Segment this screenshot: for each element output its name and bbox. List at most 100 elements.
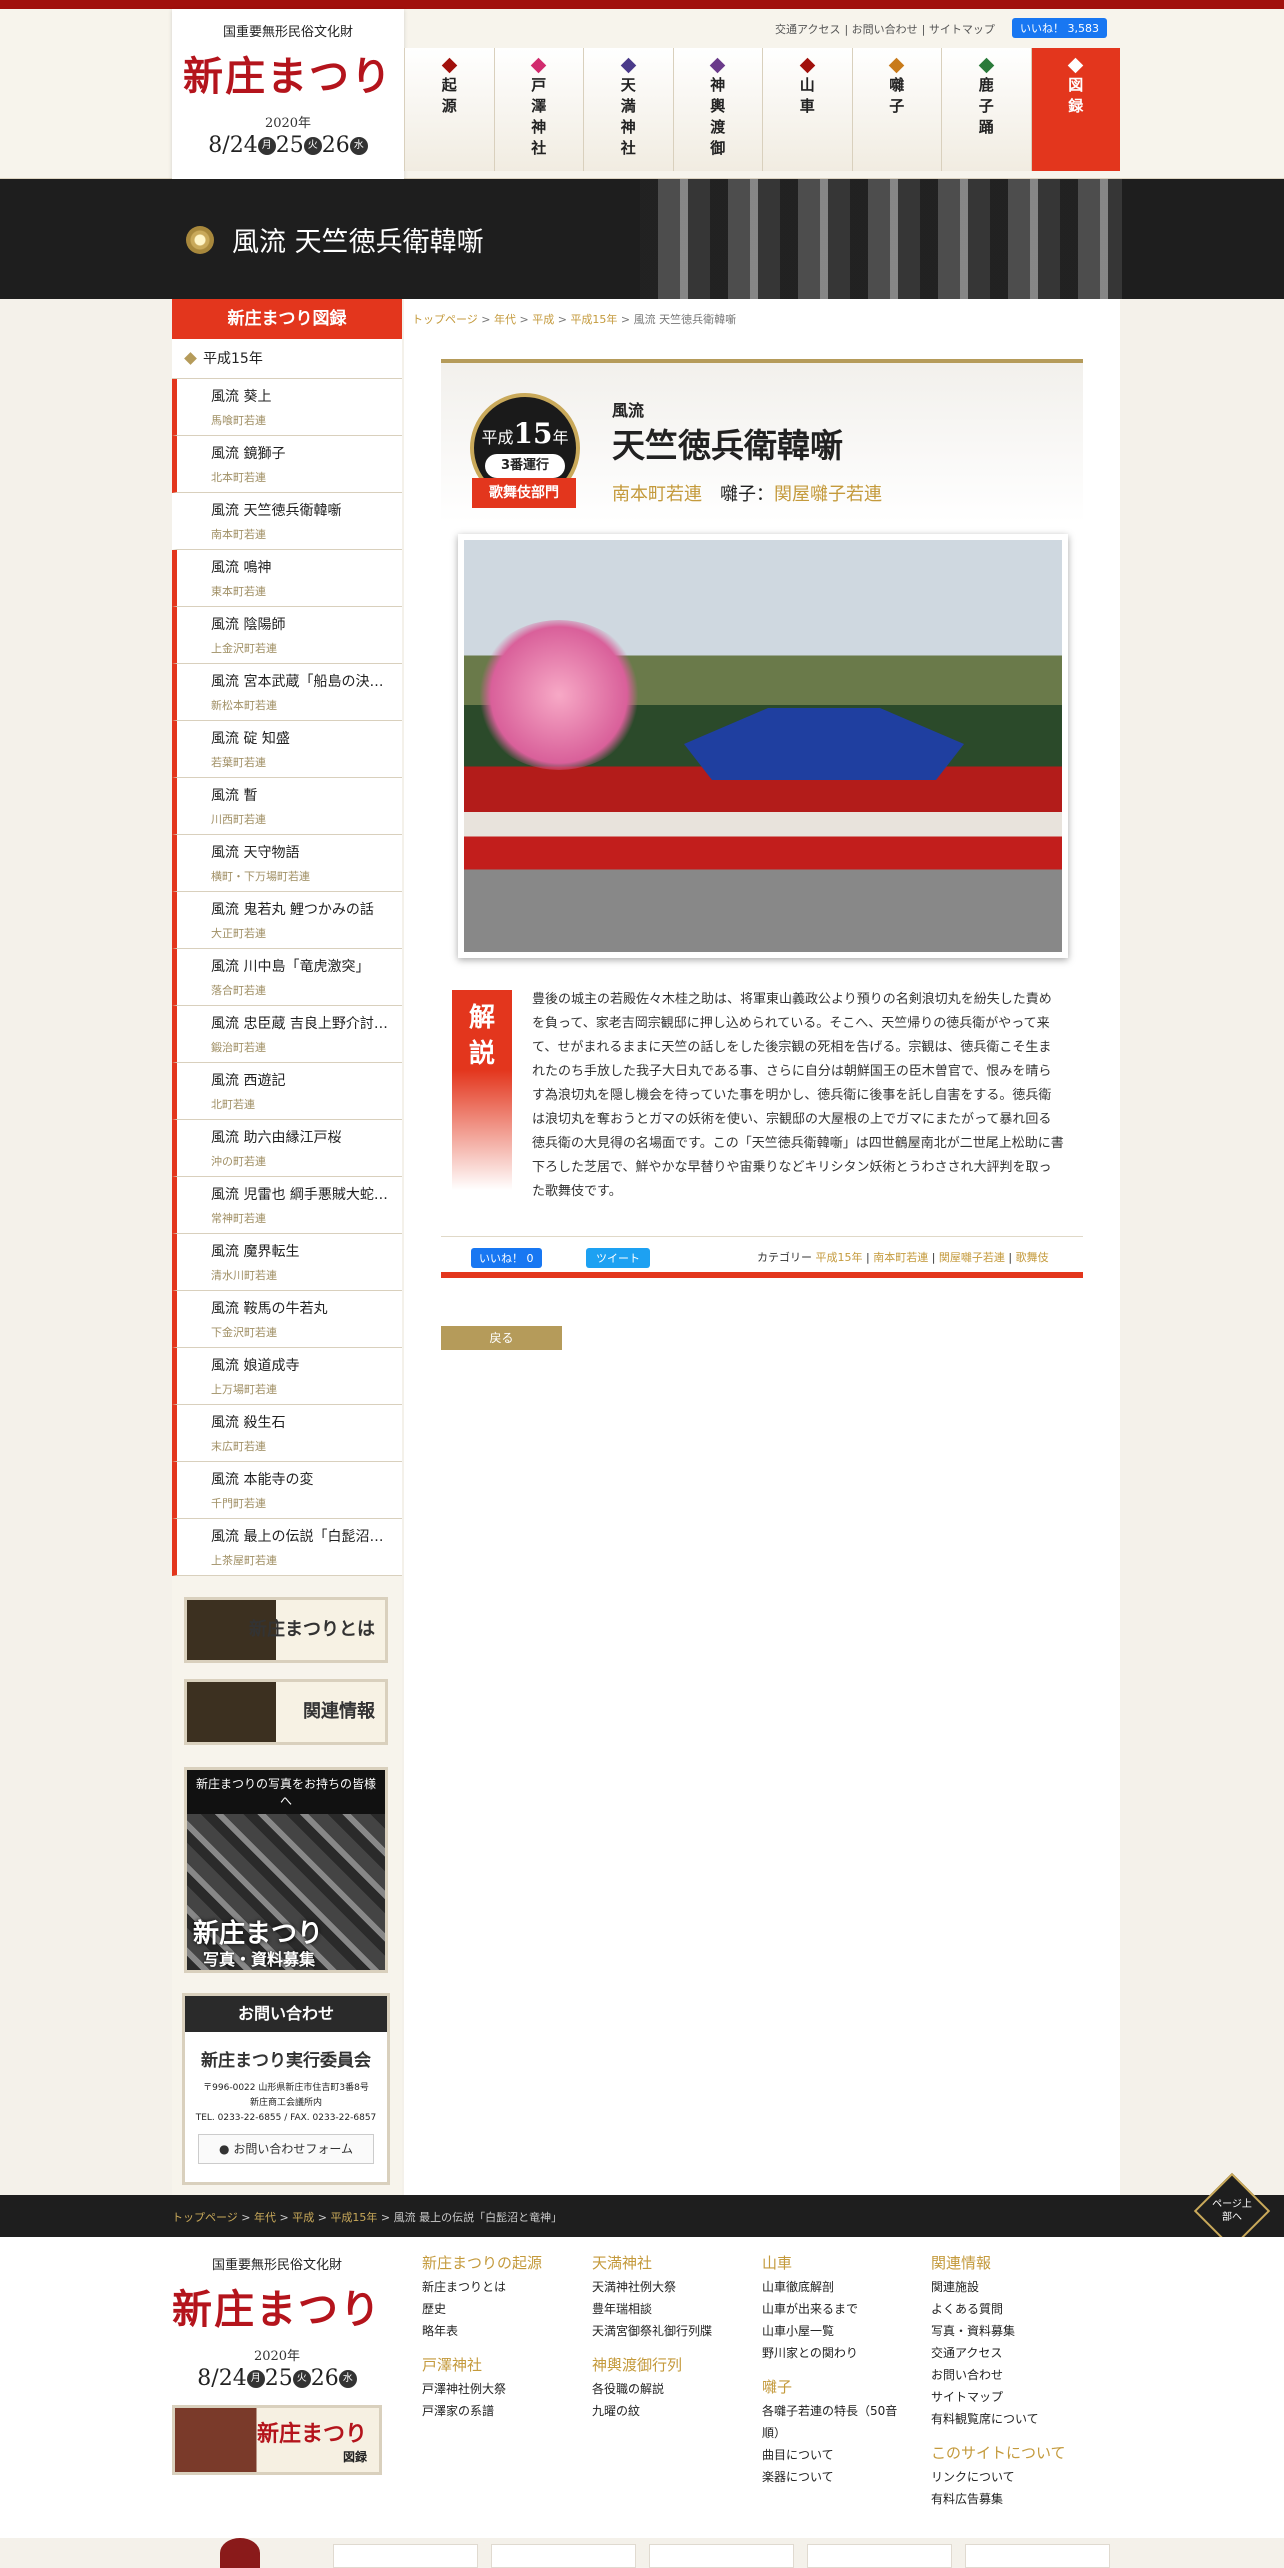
link-contact[interactable]: お問い合わせ bbox=[852, 23, 918, 36]
gnav-item[interactable]: 山車 bbox=[762, 48, 852, 171]
photo-recruit-banner[interactable]: 新庄まつりの写真をお持ちの皆様へ 新庄まつり 写真・資料募集 bbox=[184, 1767, 388, 1973]
sidebar-item[interactable]: 風流 川中島「竜虎激突」 落合町若連 bbox=[172, 949, 402, 1006]
footer-link[interactable]: 交通アクセス bbox=[931, 2342, 1066, 2364]
sidebar-item[interactable]: 風流 助六由縁江戸桜 沖の町若連 bbox=[172, 1120, 402, 1177]
sidebar-item[interactable]: 風流 忠臣蔵 吉良上野介討… 鍛治町若連 bbox=[172, 1006, 402, 1063]
gnav-item[interactable]: 鹿子踊 bbox=[941, 48, 1031, 171]
footer-logo[interactable]: 国重要無形民俗文化財 新庄まつり 2020年 8/24 月 25 火 26 水 bbox=[172, 2254, 382, 2391]
footer-link[interactable]: 九曜の紋 bbox=[592, 2400, 712, 2422]
site-logo[interactable]: 国重要無形民俗文化財 新庄まつり 2020年 8/24 月 25 火 26 水 bbox=[172, 9, 404, 179]
footer-link[interactable]: 戸澤神社例大祭 bbox=[422, 2378, 542, 2400]
page-top-label[interactable]: ページ上部へ bbox=[1209, 2198, 1255, 2224]
link-access[interactable]: 交通アクセス bbox=[775, 23, 840, 36]
footer-link[interactable]: 各役職の解説 bbox=[592, 2378, 712, 2400]
footer-heading[interactable]: このサイトについて bbox=[931, 2442, 1066, 2464]
category-link[interactable]: 歌舞伎 bbox=[1016, 1251, 1049, 1264]
gnav-item[interactable]: 起源 bbox=[404, 48, 494, 171]
ad-banner[interactable] bbox=[491, 2544, 636, 2568]
sidebar-item[interactable]: 風流 鬼若丸 鯉つかみの話 大正町若連 bbox=[172, 892, 402, 949]
category-link[interactable]: 平成15年 bbox=[816, 1251, 863, 1264]
crumb-link[interactable]: 平成 bbox=[292, 2211, 314, 2224]
sidebar-item[interactable]: 風流 鞍馬の牛若丸 下金沢町若連 bbox=[172, 1291, 402, 1348]
footer-heading[interactable]: 囃子 bbox=[762, 2376, 897, 2398]
sidebar-item[interactable]: 風流 天守物語 横町・下万場町若連 bbox=[172, 835, 402, 892]
sidebar-item[interactable]: 風流 天竺徳兵衛韓噺 南本町若連 bbox=[172, 493, 402, 550]
footer-link[interactable]: 関連施設 bbox=[931, 2276, 1066, 2298]
footer-link[interactable]: 山車が出来るまで bbox=[762, 2298, 897, 2320]
footer-link[interactable]: 曲目について bbox=[762, 2444, 897, 2466]
gnav-item[interactable]: 図録 bbox=[1030, 48, 1120, 171]
related-banner[interactable]: 関連情報 bbox=[184, 1679, 388, 1745]
footer-link[interactable]: 天満宮御祭礼御行列牒 bbox=[592, 2320, 712, 2342]
group-name[interactable]: 南本町若連 bbox=[612, 484, 702, 505]
sidebar-item[interactable]: 風流 碇 知盛 若葉町若連 bbox=[172, 721, 402, 778]
gnav-item[interactable]: 囃子 bbox=[851, 48, 941, 171]
link-sitemap[interactable]: サイトマップ bbox=[929, 23, 995, 36]
sidebar-item[interactable]: 風流 魔界転生 清水川町若連 bbox=[172, 1234, 402, 1291]
footer-link[interactable]: 戸澤家の系譜 bbox=[422, 2400, 542, 2422]
footer-link[interactable]: お問い合わせ bbox=[931, 2364, 1066, 2386]
sidebar-item[interactable]: 風流 宮本武蔵「船島の決… 新松本町若連 bbox=[172, 664, 402, 721]
facebook-like-button[interactable]: いいね！ 3,583 bbox=[1012, 18, 1107, 38]
hayashi-name[interactable]: 関屋囃子若連 bbox=[774, 484, 882, 505]
sidebar-item[interactable]: 風流 鳴神 東本町若連 bbox=[172, 550, 402, 607]
sidebar-item[interactable]: 風流 陰陽師 上金沢町若連 bbox=[172, 607, 402, 664]
zuroku-banner[interactable]: 新庄まつり 図録 bbox=[172, 2405, 382, 2475]
footer-heading[interactable]: 戸澤神社 bbox=[422, 2354, 542, 2376]
sidebar-item[interactable]: 風流 葵上 馬喰町若連 bbox=[172, 379, 402, 436]
crumb-link[interactable]: 年代 bbox=[494, 313, 516, 326]
footer-heading[interactable]: 新庄まつりの起源 bbox=[422, 2252, 542, 2274]
gnav-item[interactable]: 神輿渡御 bbox=[672, 48, 762, 171]
footer-link[interactable]: 豊年瑞相談 bbox=[592, 2298, 712, 2320]
footer-link[interactable]: 天満神社例大祭 bbox=[592, 2276, 712, 2298]
contact-form-button[interactable]: ● お問い合わせフォーム bbox=[198, 2134, 374, 2164]
back-button[interactable]: 戻る bbox=[441, 1326, 562, 1350]
footer-link[interactable]: よくある質問 bbox=[931, 2298, 1066, 2320]
crumb-link[interactable]: トップページ bbox=[412, 313, 478, 326]
footer-heading[interactable]: 関連情報 bbox=[931, 2252, 1066, 2274]
footer-link[interactable]: 略年表 bbox=[422, 2320, 542, 2342]
share-like-button[interactable]: いいね！ 0 bbox=[471, 1248, 542, 1268]
footer-link[interactable]: リンクについて bbox=[931, 2466, 1066, 2488]
category-link[interactable]: 関屋囃子若連 bbox=[939, 1251, 1005, 1264]
footer-link[interactable]: 山車小屋一覧 bbox=[762, 2320, 897, 2342]
sidebar-item[interactable]: 風流 暫川西町若連 bbox=[172, 778, 402, 835]
gnav-item[interactable]: 戸澤神社 bbox=[493, 48, 583, 171]
crumb-link[interactable]: 平成15年 bbox=[570, 313, 617, 326]
ad-banner[interactable] bbox=[807, 2544, 952, 2568]
footer-heading[interactable]: 神輿渡御行列 bbox=[592, 2354, 712, 2376]
footer-link[interactable]: 有料観覧席について bbox=[931, 2408, 1066, 2430]
crumb-link[interactable]: 平成15年 bbox=[330, 2211, 377, 2224]
crumb-link[interactable]: トップページ bbox=[172, 2211, 238, 2224]
footer-link[interactable]: 各囃子若連の特長（50音 bbox=[762, 2400, 897, 2422]
sidebar-item[interactable]: 風流 娘道成寺 上万場町若連 bbox=[172, 1348, 402, 1405]
footer-link[interactable]: 山車徹底解剖 bbox=[762, 2276, 897, 2298]
ad-banner[interactable] bbox=[649, 2544, 794, 2568]
footer-link[interactable]: 写真・資料募集 bbox=[931, 2320, 1066, 2342]
sidebar-item[interactable]: 風流 鏡獅子 北本町若連 bbox=[172, 436, 402, 493]
ad-banner[interactable] bbox=[965, 2544, 1110, 2568]
footer-heading[interactable]: 天満神社 bbox=[592, 2252, 712, 2274]
footer-link[interactable]: サイトマップ bbox=[931, 2386, 1066, 2408]
sidebar-item[interactable]: 風流 殺生石 末広町若連 bbox=[172, 1405, 402, 1462]
footer-link[interactable]: 有料広告募集 bbox=[931, 2488, 1066, 2510]
sidebar-item[interactable]: 風流 本能寺の変 千門町若連 bbox=[172, 1462, 402, 1519]
footer-heading[interactable]: 山車 bbox=[762, 2252, 897, 2274]
ad-banner[interactable] bbox=[333, 2544, 478, 2568]
gnav-item[interactable]: 天満神社 bbox=[583, 48, 673, 171]
sidebar-item[interactable]: 風流 児雷也 綱手悪賊大蛇… 常神町若連 bbox=[172, 1177, 402, 1234]
sidebar-item[interactable]: 風流 最上の伝説「白髭沼… 上茶屋町若連 bbox=[172, 1519, 402, 1576]
footer-link[interactable]: 楽器について bbox=[762, 2466, 897, 2488]
crumb-link[interactable]: 平成 bbox=[532, 313, 554, 326]
footer-link[interactable]: 新庄まつりとは bbox=[422, 2276, 542, 2298]
footer-link[interactable]: 歴史 bbox=[422, 2298, 542, 2320]
about-banner[interactable]: 新庄まつりとは bbox=[184, 1597, 388, 1663]
tweet-button[interactable]: ツイート bbox=[586, 1248, 650, 1268]
category-link[interactable]: 南本町若連 bbox=[873, 1251, 928, 1264]
sidebar-item[interactable]: 風流 西遊記 北町若連 bbox=[172, 1063, 402, 1120]
footer-link[interactable]: 野川家との関わり bbox=[762, 2342, 897, 2364]
crumb-link[interactable]: 年代 bbox=[254, 2211, 276, 2224]
sidebar-item-sub: 沖の町若連 bbox=[211, 1155, 266, 1168]
sidebar-year[interactable]: 平成15年 bbox=[172, 339, 402, 379]
footer-link[interactable]: 順） bbox=[762, 2422, 897, 2444]
